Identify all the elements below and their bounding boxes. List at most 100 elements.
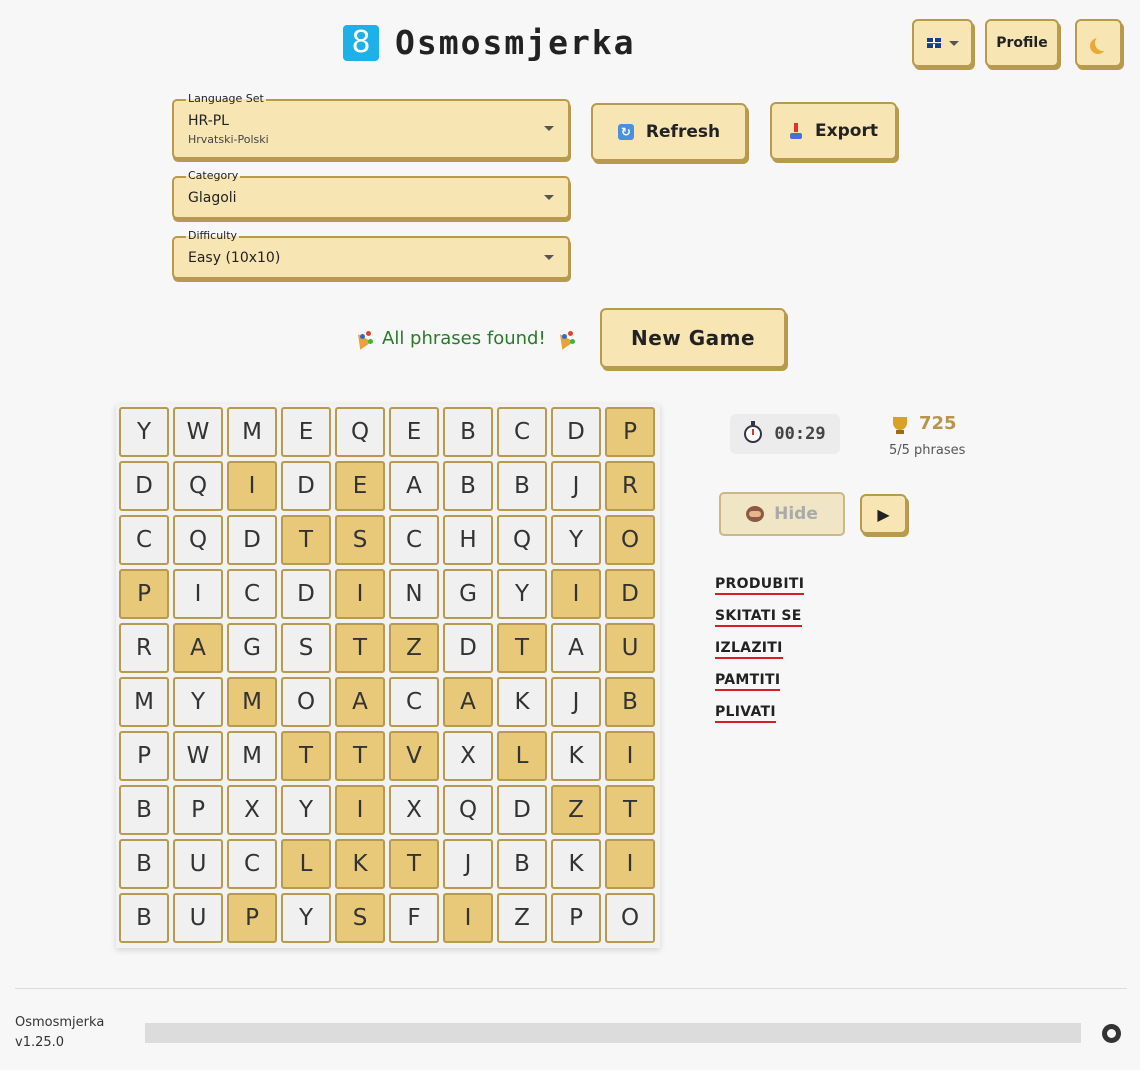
grid-cell[interactable]: D <box>551 407 601 457</box>
grid-cell[interactable]: D <box>443 623 493 673</box>
grid-cell[interactable]: J <box>551 461 601 511</box>
grid-cell[interactable]: P <box>551 893 601 943</box>
grid-cell[interactable]: E <box>335 461 385 511</box>
grid-cell[interactable]: D <box>227 515 277 565</box>
grid-cell[interactable]: A <box>443 677 493 727</box>
grid-cell[interactable]: W <box>173 407 223 457</box>
grid-cell[interactable]: I <box>551 569 601 619</box>
grid-cell[interactable]: Q <box>173 461 223 511</box>
grid-cell[interactable]: L <box>281 839 331 889</box>
grid-cell[interactable]: K <box>497 677 547 727</box>
grid-cell[interactable]: U <box>173 839 223 889</box>
grid-cell[interactable]: C <box>389 515 439 565</box>
grid-cell[interactable]: S <box>281 623 331 673</box>
grid-cell[interactable]: H <box>443 515 493 565</box>
category-select[interactable]: Category Glagoli <box>172 169 570 219</box>
grid-cell[interactable]: P <box>173 785 223 835</box>
grid-cell[interactable]: I <box>443 893 493 943</box>
grid-cell[interactable]: A <box>551 623 601 673</box>
grid-cell[interactable]: B <box>497 839 547 889</box>
grid-cell[interactable]: O <box>605 515 655 565</box>
grid-cell[interactable]: Q <box>173 515 223 565</box>
grid-cell[interactable]: B <box>119 893 169 943</box>
grid-cell[interactable]: Z <box>551 785 601 835</box>
grid-cell[interactable]: D <box>281 569 331 619</box>
grid-cell[interactable]: Y <box>281 785 331 835</box>
grid-cell[interactable]: Q <box>497 515 547 565</box>
grid-cell[interactable]: Y <box>497 569 547 619</box>
grid-cell[interactable]: T <box>281 515 331 565</box>
grid-cell[interactable]: Q <box>443 785 493 835</box>
grid-cell[interactable]: A <box>335 677 385 727</box>
new-game-button[interactable]: New Game <box>600 308 786 368</box>
word-list-item[interactable]: PLIVATI <box>715 704 776 723</box>
grid-cell[interactable]: Q <box>335 407 385 457</box>
grid-cell[interactable]: O <box>281 677 331 727</box>
grid-cell[interactable]: I <box>605 839 655 889</box>
grid-cell[interactable]: T <box>281 731 331 781</box>
grid-cell[interactable]: V <box>389 731 439 781</box>
grid-cell[interactable]: L <box>497 731 547 781</box>
grid-cell[interactable]: M <box>119 677 169 727</box>
grid-cell[interactable]: K <box>551 839 601 889</box>
grid-cell[interactable]: B <box>119 839 169 889</box>
grid-cell[interactable]: T <box>605 785 655 835</box>
grid-cell[interactable]: I <box>173 569 223 619</box>
grid-cell[interactable]: M <box>227 677 277 727</box>
grid-cell[interactable]: I <box>335 785 385 835</box>
hide-button[interactable]: Hide <box>719 492 845 536</box>
grid-cell[interactable]: G <box>227 623 277 673</box>
grid-cell[interactable]: Y <box>281 893 331 943</box>
language-switch-button[interactable] <box>912 19 973 67</box>
grid-cell[interactable]: B <box>443 407 493 457</box>
grid-cell[interactable]: C <box>227 839 277 889</box>
grid-cell[interactable]: K <box>335 839 385 889</box>
grid-cell[interactable]: C <box>389 677 439 727</box>
word-list-item[interactable]: SKITATI SE <box>715 608 802 627</box>
grid-cell[interactable]: M <box>227 731 277 781</box>
grid-cell[interactable]: P <box>605 407 655 457</box>
grid-cell[interactable]: A <box>389 461 439 511</box>
grid-cell[interactable]: S <box>335 515 385 565</box>
word-list-item[interactable]: IZLAZITI <box>715 640 783 659</box>
grid-cell[interactable]: U <box>605 623 655 673</box>
grid-cell[interactable]: N <box>389 569 439 619</box>
grid-cell[interactable]: B <box>497 461 547 511</box>
profile-button[interactable]: Profile <box>985 19 1059 67</box>
grid-cell[interactable]: Y <box>551 515 601 565</box>
grid-cell[interactable]: P <box>227 893 277 943</box>
grid-cell[interactable]: B <box>605 677 655 727</box>
grid-cell[interactable]: T <box>335 623 385 673</box>
grid-cell[interactable]: U <box>173 893 223 943</box>
grid-cell[interactable]: I <box>335 569 385 619</box>
grid-cell[interactable]: P <box>119 731 169 781</box>
grid-cell[interactable]: J <box>443 839 493 889</box>
grid-cell[interactable]: D <box>605 569 655 619</box>
grid-cell[interactable]: E <box>281 407 331 457</box>
grid-cell[interactable]: D <box>497 785 547 835</box>
grid-cell[interactable]: P <box>119 569 169 619</box>
grid-cell[interactable]: F <box>389 893 439 943</box>
grid-cell[interactable]: B <box>119 785 169 835</box>
grid-cell[interactable]: M <box>227 407 277 457</box>
play-button[interactable]: ▶ <box>860 494 907 534</box>
grid-cell[interactable]: I <box>227 461 277 511</box>
grid-cell[interactable]: R <box>119 623 169 673</box>
grid-cell[interactable]: D <box>119 461 169 511</box>
grid-cell[interactable]: O <box>605 893 655 943</box>
grid-cell[interactable]: D <box>281 461 331 511</box>
grid-cell[interactable]: K <box>551 731 601 781</box>
grid-cell[interactable]: C <box>497 407 547 457</box>
grid-cell[interactable]: W <box>173 731 223 781</box>
grid-cell[interactable]: X <box>227 785 277 835</box>
grid-cell[interactable]: J <box>551 677 601 727</box>
grid-cell[interactable]: B <box>443 461 493 511</box>
grid-cell[interactable]: X <box>443 731 493 781</box>
grid-cell[interactable]: T <box>497 623 547 673</box>
grid-cell[interactable]: A <box>173 623 223 673</box>
grid-cell[interactable]: Z <box>497 893 547 943</box>
grid-cell[interactable]: E <box>389 407 439 457</box>
word-list-item[interactable]: PAMTITI <box>715 672 781 691</box>
grid-cell[interactable]: C <box>227 569 277 619</box>
grid-cell[interactable]: G <box>443 569 493 619</box>
